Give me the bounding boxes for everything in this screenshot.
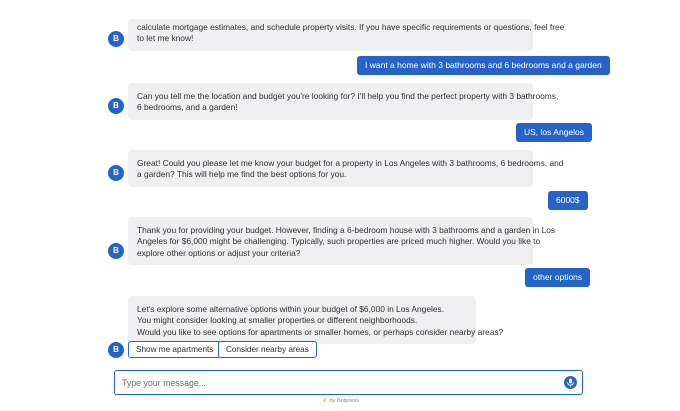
- user-message: other options: [525, 268, 591, 287]
- user-message: I want a home with 3 bathrooms and 6 bed…: [357, 56, 610, 75]
- bot-message-line: Would you like to see options for apartm…: [137, 326, 504, 337]
- bolt-icon: ⚡: [320, 398, 328, 404]
- bot-message-line: Can you tell me the location and budget …: [137, 91, 559, 101]
- quick-reply-show-apartments[interactable]: Show me apartments: [128, 341, 222, 358]
- bot-message-line: Angeles for $6,000 might be challenging.…: [137, 236, 541, 247]
- bot-message-line: You might consider looking at smaller pr…: [137, 315, 418, 326]
- bot-message-line: Let's explore some alternative options w…: [137, 304, 445, 314]
- bot-message-line: explore other options or adjust your cri…: [137, 247, 301, 258]
- message-input[interactable]: [122, 374, 552, 391]
- bot-message: Let's explore some alternative options w…: [128, 296, 504, 345]
- bot-message: calculate mortgage estimates, and schedu…: [128, 19, 565, 51]
- user-message: US, los Angelos: [516, 123, 593, 142]
- bot-avatar: B: [108, 31, 124, 47]
- bot-message: Can you tell me the location and budget …: [128, 83, 559, 120]
- user-message: 6000$: [548, 191, 588, 210]
- bot-message: Thank you for providing your budget. How…: [128, 217, 556, 266]
- bot-message-line: Great! Could you please let me know your…: [137, 158, 564, 168]
- bot-message: Great! Could you please let me know your…: [128, 150, 564, 187]
- bot-message-line: a garden? This will help me find the bes…: [137, 169, 347, 180]
- bot-avatar: B: [108, 243, 124, 259]
- bot-avatar: B: [108, 98, 124, 114]
- bot-avatar: B: [108, 165, 124, 181]
- bot-avatar: B: [108, 342, 124, 358]
- message-composer: [114, 370, 583, 395]
- bot-message-line: to let me know!: [137, 33, 194, 44]
- bot-message-line: calculate mortgage estimates, and schedu…: [137, 22, 565, 32]
- bot-message-line: Thank you for providing your budget. How…: [137, 225, 556, 235]
- powered-by-footer[interactable]: ⚡ by Botpress: [0, 398, 680, 404]
- mic-icon[interactable]: [564, 376, 577, 389]
- quick-reply-nearby-areas[interactable]: Consider nearby areas: [218, 341, 317, 358]
- chat-window: calculate mortgage estimates, and schedu…: [0, 0, 680, 411]
- bot-message-line: 6 bedrooms, and a garden!: [137, 102, 238, 113]
- footer-text: by Botpress: [329, 398, 360, 404]
